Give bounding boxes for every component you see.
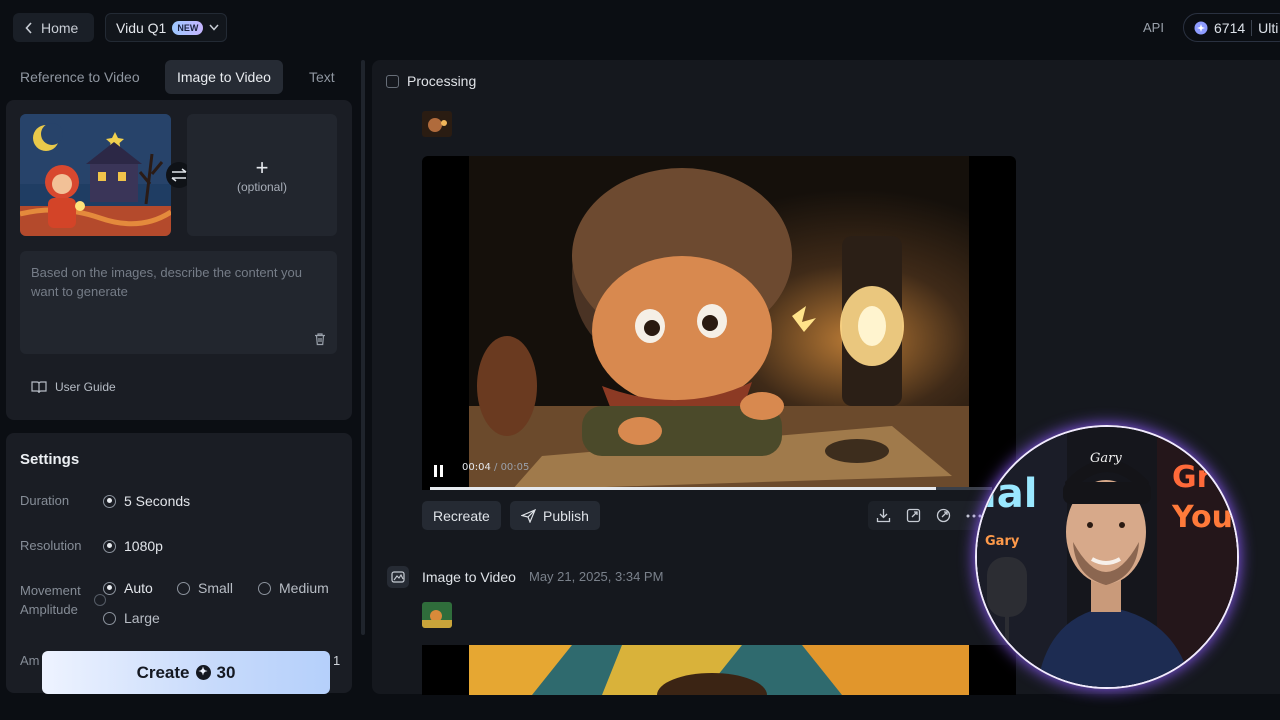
tab-text-to-video[interactable]: Text to Video — [297, 60, 361, 153]
trash-icon[interactable] — [313, 332, 327, 346]
cap-text: Gary — [1090, 451, 1122, 466]
credits-count: 6714 — [1214, 19, 1246, 36]
playback-time: 00:04 / 00:05 — [462, 462, 530, 473]
history-thumbnail[interactable] — [422, 602, 452, 628]
plan-label: Ulti — [1251, 19, 1278, 36]
end-frame-upload[interactable]: + (optional) — [187, 114, 337, 236]
tab-reference-to-video[interactable]: Reference to Video — [8, 60, 152, 94]
progress-fill — [430, 487, 936, 490]
send-icon — [521, 508, 536, 523]
current-time: 00:04 — [462, 462, 491, 473]
history-title: Image to Video — [422, 569, 516, 585]
tab-image-to-video[interactable]: Image to Video — [165, 60, 283, 94]
video-actions — [868, 501, 990, 530]
credit-icon: ✦ — [195, 665, 211, 680]
movement-option-large[interactable]: Large — [103, 610, 160, 626]
movement-option-auto[interactable]: Auto — [103, 580, 153, 596]
progress-bar[interactable] — [430, 487, 992, 490]
settings-title: Settings — [20, 451, 80, 468]
user-guide-label: User Guide — [55, 380, 116, 394]
optional-label: (optional) — [236, 180, 288, 194]
total-time: 00:05 — [500, 462, 530, 473]
resolution-label: Resolution — [20, 538, 82, 553]
webcam-overlay: ial Gary Gr You Gary — [975, 425, 1239, 689]
prompt-input[interactable]: Based on the images, describe the conten… — [20, 251, 337, 354]
history-video-preview[interactable] — [422, 645, 1016, 695]
mode-tabs: Reference to Video Image to Video Text t… — [6, 60, 361, 153]
duration-value: 5 Seconds — [124, 493, 191, 509]
create-cost: 30 — [216, 662, 236, 682]
chevron-left-icon — [25, 21, 33, 34]
duration-label: Duration — [20, 493, 70, 508]
neon-sign-sub: Gary — [985, 534, 1020, 549]
video-player[interactable]: 00:04 / 00:05 — [422, 156, 1016, 490]
create-label: Create — [136, 662, 190, 682]
user-guide-link[interactable]: User Guide — [31, 380, 116, 394]
movement-medium-label: Medium — [279, 580, 329, 596]
credit-icon — [1194, 21, 1208, 35]
processing-status: Processing — [407, 73, 477, 89]
export-icon[interactable] — [906, 508, 921, 523]
select-checkbox[interactable] — [386, 75, 399, 88]
swap-icon — [170, 168, 188, 182]
resolution-value: 1080p — [124, 538, 163, 554]
video-frame — [469, 156, 969, 490]
duration-option-5s[interactable]: 5 Seconds — [103, 493, 190, 509]
video-controls: 00:04 / 00:05 — [422, 444, 1016, 490]
home-button[interactable]: Home — [13, 13, 94, 42]
movement-small-label: Small — [198, 580, 234, 596]
amount-label-cutoff: Am — [20, 653, 40, 668]
recreate-button[interactable]: Recreate — [422, 501, 501, 530]
download-icon[interactable] — [876, 508, 891, 523]
movement-amplitude-label: Movement Amplitude — [20, 583, 81, 617]
image-to-video-icon — [387, 566, 409, 588]
history-date: May 21, 2025, 3:34 PM — [529, 569, 664, 584]
radio-icon — [177, 581, 190, 595]
recreate-label: Recreate — [433, 507, 490, 524]
prompt-placeholder: Based on the images, describe the conten… — [31, 265, 303, 299]
radio-selected-icon — [103, 581, 116, 595]
left-scrollbar[interactable] — [361, 60, 365, 635]
radio-selected-icon — [103, 494, 116, 508]
start-frame-image[interactable] — [20, 114, 171, 236]
radio-icon — [258, 581, 271, 595]
create-button[interactable]: Create ✦ 30 — [42, 651, 330, 694]
movement-large-label: Large — [124, 610, 160, 626]
amount-value-cutoff: 1 — [333, 653, 341, 668]
chevron-down-icon — [209, 24, 219, 31]
home-label: Home — [41, 19, 79, 36]
model-selector[interactable]: Vidu Q1 NEW — [105, 13, 227, 42]
book-icon — [31, 380, 47, 394]
resolution-option-1080p[interactable]: 1080p — [103, 538, 163, 554]
plus-icon: + — [255, 155, 269, 180]
model-label: Vidu Q1 — [116, 19, 167, 36]
publish-button[interactable]: Publish — [510, 501, 600, 530]
movement-option-small[interactable]: Small — [177, 580, 233, 596]
radio-selected-icon — [103, 539, 116, 553]
credits-pill[interactable]: 6714 Ulti — [1183, 13, 1280, 42]
pause-icon[interactable] — [434, 465, 443, 477]
radio-icon — [103, 611, 116, 625]
source-thumbnail[interactable] — [422, 111, 452, 137]
new-badge: NEW — [172, 20, 204, 35]
share-icon[interactable] — [936, 508, 951, 523]
movement-auto-label: Auto — [124, 580, 153, 596]
publish-label: Publish — [543, 507, 589, 524]
movement-option-medium[interactable]: Medium — [258, 580, 329, 596]
neon-sign-right-2: You — [1171, 500, 1233, 535]
api-link[interactable]: API — [1143, 20, 1164, 35]
